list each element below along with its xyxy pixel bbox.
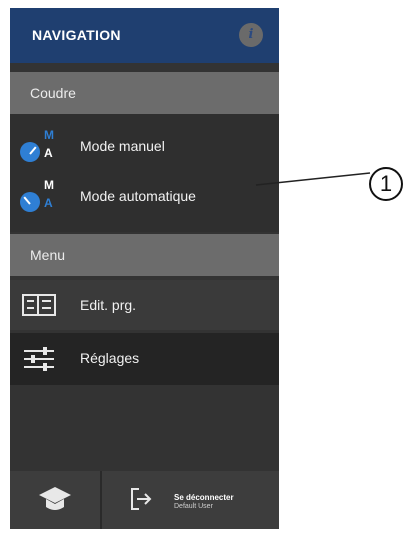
nav-item-label: Mode automatique	[80, 188, 196, 204]
section-header-coudre: Coudre	[10, 72, 279, 114]
logged-user: Default User	[174, 503, 213, 510]
section-header-menu: Menu	[10, 234, 279, 276]
logout-icon	[131, 488, 152, 510]
graduation-cap-icon	[39, 487, 71, 510]
callout-number: 1	[369, 167, 403, 201]
edit-program-icon	[22, 294, 56, 316]
nav-item-label: Mode manuel	[80, 138, 165, 154]
nav-item-mode-automatique[interactable]: M A Mode automatique	[10, 172, 279, 222]
mode-letter-m: M	[44, 128, 54, 142]
mode-letter-a: A	[44, 146, 53, 160]
mode-automatique-icon: M A	[18, 176, 64, 220]
logout-button[interactable]: Se déconnecter Default User	[102, 471, 279, 529]
mode-manuel-icon: M A	[18, 126, 64, 170]
info-icon[interactable]: i	[239, 23, 263, 47]
logout-label: Se déconnecter	[174, 493, 234, 502]
nav-item-label: Réglages	[80, 350, 140, 366]
mode-letter-a: A	[44, 196, 53, 210]
navigation-header: NAVIGATION i	[10, 8, 279, 63]
training-button[interactable]	[38, 485, 72, 515]
nav-item-mode-manuel[interactable]: M A Mode manuel	[10, 122, 279, 172]
footer-bar: Se déconnecter Default User	[10, 471, 279, 529]
settings-sliders-icon	[24, 347, 54, 371]
navigation-title: NAVIGATION	[32, 27, 121, 43]
navigation-panel: NAVIGATION i Coudre M A Mode manuel M A …	[10, 8, 279, 529]
dial-icon	[20, 142, 40, 162]
nav-item-edit-prg[interactable]: Edit. prg.	[10, 280, 279, 330]
nav-item-label: Edit. prg.	[80, 297, 137, 313]
mode-letter-m: M	[44, 178, 54, 192]
dial-icon	[20, 192, 40, 212]
nav-item-reglages[interactable]: Réglages	[10, 333, 279, 385]
